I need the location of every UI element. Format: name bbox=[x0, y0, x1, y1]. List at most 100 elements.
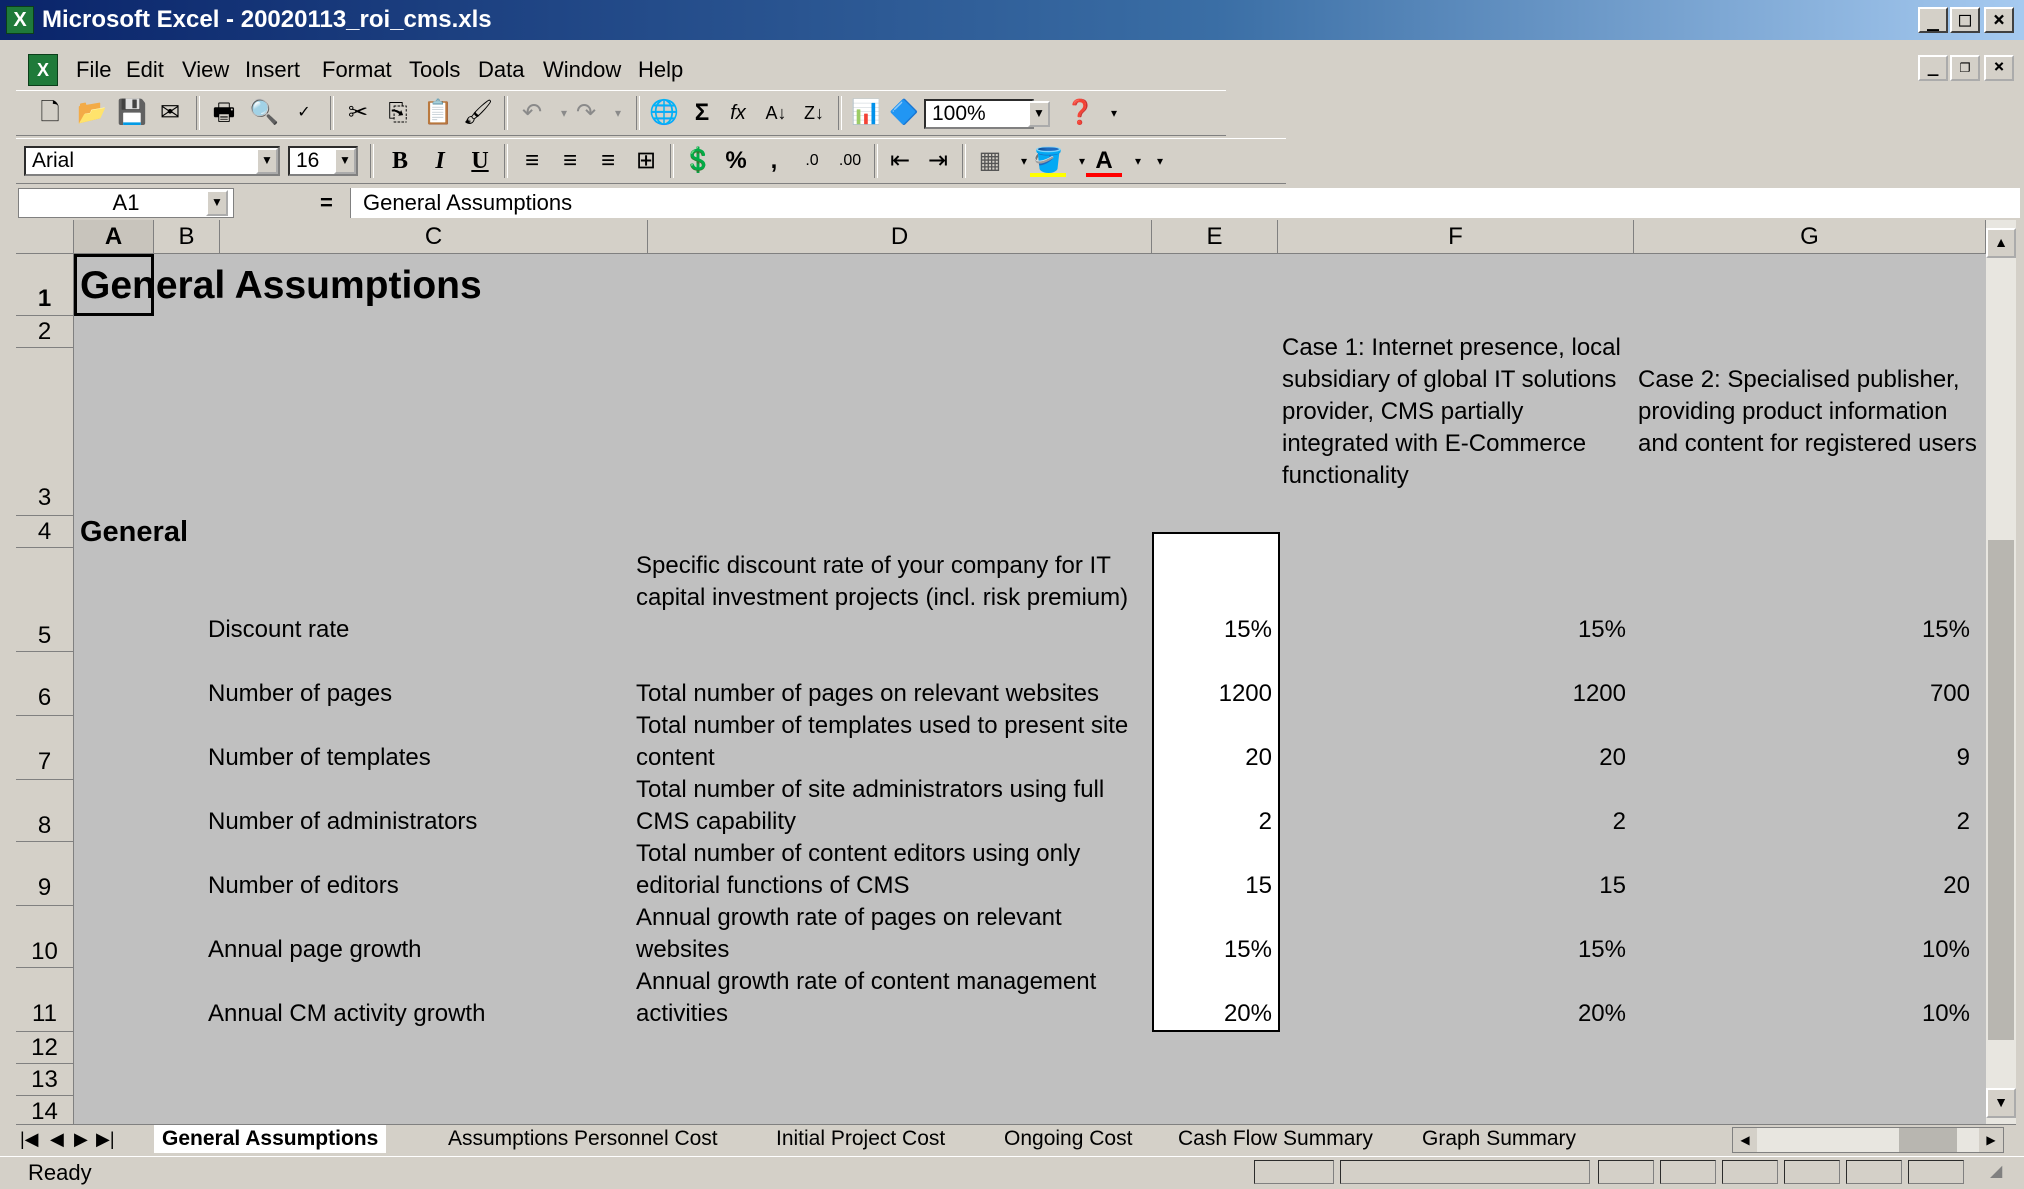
row-header-13[interactable]: 13 bbox=[16, 1064, 74, 1096]
chart-wizard-icon[interactable]: 📊 bbox=[848, 95, 884, 131]
column-header-b[interactable]: B bbox=[154, 220, 220, 254]
email-icon[interactable]: ✉ bbox=[152, 95, 188, 131]
close-button[interactable]: × bbox=[1984, 7, 2014, 33]
row-header-11[interactable]: 11 bbox=[16, 968, 74, 1032]
row-description[interactable]: Specific discount rate of your company f… bbox=[636, 550, 1146, 614]
section-title[interactable]: General bbox=[80, 516, 188, 548]
align-center-icon[interactable]: ≡ bbox=[552, 143, 588, 179]
case2-cell-g[interactable]: 15% bbox=[1634, 614, 1970, 646]
row-header-2[interactable]: 2 bbox=[16, 316, 74, 348]
currency-icon[interactable]: 💲 bbox=[680, 143, 716, 179]
increase-indent-icon[interactable]: ⇥ bbox=[920, 143, 956, 179]
doc-restore-button[interactable]: ❐ bbox=[1950, 55, 1980, 81]
case1-cell-f[interactable]: 15% bbox=[1278, 614, 1626, 646]
workbook-icon[interactable]: X bbox=[28, 54, 58, 86]
vertical-scrollbar[interactable]: ▲ ▼ bbox=[1986, 220, 2016, 1124]
select-all-corner[interactable] bbox=[16, 220, 74, 254]
input-cell-e[interactable]: 15% bbox=[1152, 934, 1272, 966]
doc-close-button[interactable]: × bbox=[1984, 55, 2014, 81]
row-header-1[interactable]: 1 bbox=[16, 254, 74, 316]
tab-assumptions-personnel-cost[interactable]: Assumptions Personnel Cost bbox=[440, 1125, 726, 1153]
name-box-dropdown-icon[interactable]: ▼ bbox=[206, 190, 228, 216]
tab-graph-summary[interactable]: Graph Summary bbox=[1414, 1125, 1584, 1153]
case2-cell-g[interactable]: 9 bbox=[1634, 742, 1970, 774]
row-header-3[interactable]: 3 bbox=[16, 348, 74, 516]
input-cell-e[interactable]: 15 bbox=[1152, 870, 1272, 902]
column-header-c[interactable]: C bbox=[220, 220, 648, 254]
bold-button[interactable]: B bbox=[382, 143, 418, 179]
percent-button[interactable]: % bbox=[718, 143, 754, 179]
align-left-icon[interactable]: ≡ bbox=[514, 143, 550, 179]
row-header-12[interactable]: 12 bbox=[16, 1032, 74, 1064]
comma-button[interactable]: , bbox=[756, 143, 792, 179]
font-combo[interactable]: Arial bbox=[24, 146, 280, 176]
sort-ascending-icon[interactable]: A↓ bbox=[758, 95, 794, 131]
row-description[interactable]: Annual growth rate of content management… bbox=[636, 966, 1156, 1030]
row-header-6[interactable]: 6 bbox=[16, 652, 74, 716]
row-header-7[interactable]: 7 bbox=[16, 716, 74, 780]
case1-header[interactable]: Case 1: Internet presence, local subsidi… bbox=[1282, 332, 1622, 492]
tab-cash-flow-summary[interactable]: Cash Flow Summary bbox=[1170, 1125, 1381, 1153]
doc-minimize-button[interactable]: _ bbox=[1918, 55, 1948, 81]
drawing-icon[interactable]: 🔷 bbox=[886, 95, 922, 131]
scroll-thumb[interactable] bbox=[1988, 540, 2014, 1040]
undo-icon[interactable]: ↶ bbox=[514, 95, 550, 131]
row-label[interactable]: Number of pages bbox=[208, 678, 392, 710]
row-description[interactable]: Total number of pages on relevant websit… bbox=[636, 678, 1156, 710]
column-header-d[interactable]: D bbox=[648, 220, 1152, 254]
row-description[interactable]: Total number of content editors using on… bbox=[636, 838, 1146, 902]
menu-file[interactable]: File bbox=[76, 56, 111, 84]
decrease-indent-icon[interactable]: ⇤ bbox=[882, 143, 918, 179]
column-header-f[interactable]: F bbox=[1278, 220, 1634, 254]
resize-grip-icon[interactable]: ◢ bbox=[1990, 1161, 2002, 1181]
input-cell-e[interactable]: 2 bbox=[1152, 806, 1272, 838]
tab-initial-project-cost[interactable]: Initial Project Cost bbox=[768, 1125, 953, 1153]
menu-format[interactable]: Format bbox=[322, 56, 392, 84]
copy-icon[interactable]: ⎘ bbox=[380, 95, 416, 131]
function-icon[interactable]: fx bbox=[720, 95, 756, 131]
row-header-14[interactable]: 14 bbox=[16, 1096, 74, 1124]
sort-descending-icon[interactable]: Z↓ bbox=[796, 95, 832, 131]
row-header-10[interactable]: 10 bbox=[16, 906, 74, 968]
name-box[interactable]: A1 bbox=[18, 188, 234, 218]
italic-button[interactable]: I bbox=[422, 143, 458, 179]
minimize-button[interactable]: _ bbox=[1918, 7, 1948, 33]
zoom-combo[interactable]: 100% bbox=[924, 99, 1034, 129]
hyperlink-icon[interactable]: 🌐 bbox=[646, 95, 682, 131]
font-size-dropdown-icon[interactable]: ▼ bbox=[334, 148, 356, 174]
row-label[interactable]: Number of templates bbox=[208, 742, 431, 774]
row-label[interactable]: Discount rate bbox=[208, 614, 349, 646]
case1-cell-f[interactable]: 15 bbox=[1278, 870, 1626, 902]
case2-cell-g[interactable]: 2 bbox=[1634, 806, 1970, 838]
font-dropdown-icon[interactable]: ▼ bbox=[256, 148, 278, 174]
case1-cell-f[interactable]: 1200 bbox=[1278, 678, 1626, 710]
row-header-5[interactable]: 5 bbox=[16, 548, 74, 652]
first-sheet-icon[interactable]: |◀ bbox=[20, 1127, 39, 1151]
scroll-down-icon[interactable]: ▼ bbox=[1986, 1088, 2016, 1118]
input-cell-e[interactable]: 1200 bbox=[1152, 678, 1272, 710]
format-toolbar-options-icon[interactable]: ▾ bbox=[1142, 143, 1178, 179]
tab-general-assumptions[interactable]: General Assumptions bbox=[154, 1125, 387, 1153]
save-icon[interactable]: 💾 bbox=[114, 95, 150, 131]
column-header-a[interactable]: A bbox=[74, 220, 154, 254]
excel-app-icon[interactable]: X bbox=[6, 6, 34, 34]
spreadsheet-grid[interactable]: A B C D E F G 1 2 3 4 5 6 7 8 9 10 11 12… bbox=[16, 220, 1986, 1124]
borders-icon[interactable]: ▦ bbox=[972, 143, 1008, 179]
row-description[interactable]: Total number of site administrators usin… bbox=[636, 774, 1146, 838]
formula-input[interactable]: General Assumptions bbox=[350, 188, 2020, 218]
case1-cell-f[interactable]: 15% bbox=[1278, 934, 1626, 966]
new-icon[interactable]: 🗋 bbox=[32, 95, 68, 131]
row-description[interactable]: Annual growth rate of pages on relevant … bbox=[636, 902, 1146, 966]
row-label[interactable]: Annual page growth bbox=[208, 934, 422, 966]
menu-help[interactable]: Help bbox=[638, 56, 683, 84]
horizontal-scrollbar[interactable]: ◀ ▶ bbox=[1732, 1127, 2004, 1153]
menu-insert[interactable]: Insert bbox=[245, 56, 300, 84]
case2-cell-g[interactable]: 10% bbox=[1634, 998, 1970, 1030]
menu-edit[interactable]: Edit bbox=[126, 56, 164, 84]
help-icon[interactable]: ❓ bbox=[1062, 95, 1098, 131]
case1-cell-f[interactable]: 2 bbox=[1278, 806, 1626, 838]
row-description[interactable]: Total number of templates used to presen… bbox=[636, 710, 1146, 774]
case1-cell-f[interactable]: 20% bbox=[1278, 998, 1626, 1030]
menu-view[interactable]: View bbox=[182, 56, 229, 84]
align-right-icon[interactable]: ≡ bbox=[590, 143, 626, 179]
